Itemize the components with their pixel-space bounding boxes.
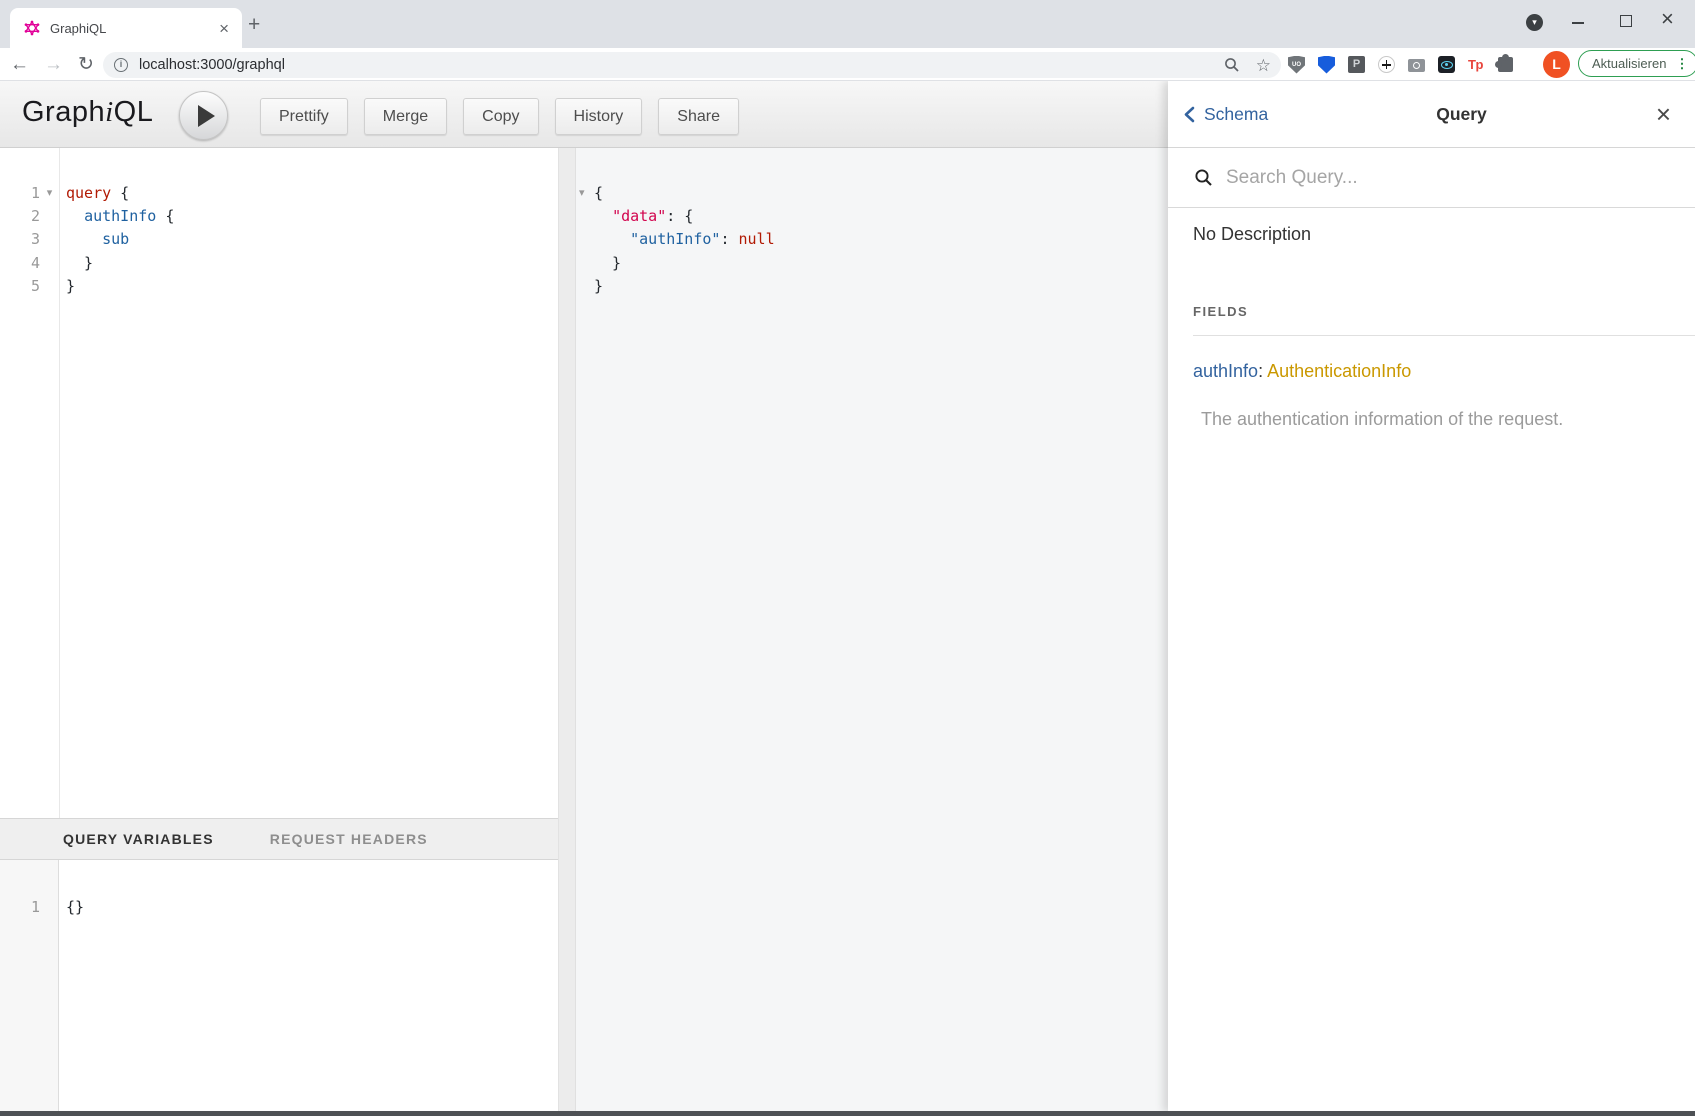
code-line: "authInfo": null bbox=[576, 228, 1168, 251]
code-text: } bbox=[592, 254, 621, 272]
line-number: 1 bbox=[0, 184, 40, 202]
code-line: ▾ { bbox=[576, 181, 1168, 204]
bitwarden-extension-icon[interactable] bbox=[1318, 56, 1335, 74]
camera-extension-icon[interactable] bbox=[1408, 59, 1425, 72]
pane-resize-handle[interactable] bbox=[558, 148, 576, 1112]
update-button-label: Aktualisieren bbox=[1592, 56, 1666, 71]
code-line: 3 sub bbox=[0, 228, 558, 251]
graphql-favicon-icon bbox=[24, 20, 40, 36]
code-line: } bbox=[576, 251, 1168, 274]
code-text: sub bbox=[59, 230, 129, 248]
doc-title: Query bbox=[1168, 81, 1695, 148]
copy-button[interactable]: Copy bbox=[463, 98, 538, 135]
window-maximize-button[interactable] bbox=[1620, 15, 1632, 27]
line-number: 5 bbox=[0, 277, 40, 295]
window-minimize-button[interactable] bbox=[1572, 22, 1584, 24]
extensions-puzzle-icon[interactable] bbox=[1498, 57, 1513, 72]
history-button[interactable]: History bbox=[555, 98, 643, 135]
extension-icons: UO P Tp bbox=[1288, 48, 1513, 81]
line-number: 3 bbox=[0, 230, 40, 248]
line-number: 1 bbox=[0, 898, 40, 916]
graphiql-toolbar-buttons: Prettify Merge Copy History Share bbox=[260, 98, 739, 135]
tab-title: GraphiQL bbox=[50, 21, 216, 36]
tab-close-icon[interactable]: × bbox=[216, 20, 232, 37]
doc-explorer-panel: Schema Query × No Description FIELDS aut… bbox=[1168, 81, 1695, 1112]
doc-field-row: authInfo: AuthenticationInfo bbox=[1193, 361, 1411, 382]
secondary-editor-tabs: QUERY VARIABLES REQUEST HEADERS bbox=[0, 818, 558, 860]
page-info-icon[interactable]: i bbox=[114, 58, 128, 72]
code-line: 2 authInfo { bbox=[0, 204, 558, 227]
profile-avatar[interactable]: L bbox=[1543, 51, 1570, 78]
tp-extension-icon[interactable]: Tp bbox=[1468, 57, 1483, 72]
doc-search-input[interactable] bbox=[1226, 167, 1606, 189]
p-extension-icon[interactable]: P bbox=[1348, 56, 1365, 73]
code-text: query { bbox=[59, 184, 129, 202]
line-number: 4 bbox=[0, 254, 40, 272]
tab-request-headers[interactable]: REQUEST HEADERS bbox=[270, 831, 428, 847]
doc-no-description: No Description bbox=[1193, 224, 1311, 245]
tab-query-variables[interactable]: QUERY VARIABLES bbox=[63, 831, 214, 847]
code-text: "data": { bbox=[592, 207, 693, 225]
nav-buttons: ← → ↻ bbox=[10, 48, 94, 81]
back-icon[interactable]: ← bbox=[10, 55, 29, 74]
field-description: The authentication information of the re… bbox=[1201, 409, 1563, 430]
search-icon bbox=[1194, 168, 1213, 187]
variables-editor[interactable]: 1 {} bbox=[0, 895, 558, 918]
code-line: "data": { bbox=[576, 204, 1168, 227]
ublock-extension-icon[interactable]: UO bbox=[1288, 56, 1305, 74]
code-line: 5 } bbox=[0, 275, 558, 298]
code-text: } bbox=[59, 277, 75, 295]
window-close-button[interactable]: × bbox=[1661, 8, 1674, 30]
zoom-icon[interactable] bbox=[1224, 57, 1240, 73]
new-tab-button[interactable]: + bbox=[248, 14, 260, 35]
result-viewer: ▾ { "data": { "authInfo": null } } bbox=[576, 181, 1168, 298]
browser-tab-bar: GraphiQL × + ▾ × bbox=[0, 0, 1695, 48]
execute-query-button[interactable] bbox=[179, 91, 228, 140]
prettify-button[interactable]: Prettify bbox=[260, 98, 348, 135]
code-text: "authInfo": null bbox=[592, 230, 775, 248]
doc-search-row bbox=[1168, 148, 1695, 208]
react-devtools-icon[interactable] bbox=[1438, 56, 1455, 73]
browser-menu-icon[interactable]: ⋮ bbox=[1675, 56, 1688, 72]
reload-icon[interactable]: ↻ bbox=[78, 55, 94, 74]
code-text: authInfo { bbox=[59, 207, 174, 225]
code-line: 1 {} bbox=[0, 895, 558, 918]
browser-tab[interactable]: GraphiQL × bbox=[10, 8, 242, 48]
doc-explorer-header: Schema Query × bbox=[1168, 81, 1695, 148]
field-type-link[interactable]: AuthenticationInfo bbox=[1267, 361, 1411, 381]
code-line: 1 ▾ query { bbox=[0, 181, 558, 204]
fold-arrow-icon[interactable]: ▾ bbox=[576, 186, 592, 199]
merge-button[interactable]: Merge bbox=[364, 98, 447, 135]
code-text: {} bbox=[59, 898, 84, 916]
window-bottom-edge bbox=[0, 1111, 1695, 1116]
address-bar[interactable]: i localhost:3000/graphql ☆ bbox=[103, 52, 1281, 78]
code-line: } bbox=[576, 275, 1168, 298]
code-text: } bbox=[592, 277, 603, 295]
fold-arrow-icon[interactable]: ▾ bbox=[40, 186, 59, 199]
play-icon bbox=[198, 105, 215, 127]
chrome-update-button[interactable]: Aktualisieren ⋮ bbox=[1578, 50, 1695, 77]
bookmark-star-icon[interactable]: ☆ bbox=[1256, 57, 1271, 74]
query-editor[interactable]: 1 ▾ query { 2 authInfo { 3 sub 4 } 5 } bbox=[0, 181, 558, 298]
share-button[interactable]: Share bbox=[658, 98, 739, 135]
line-number: 2 bbox=[0, 207, 40, 225]
doc-close-icon[interactable]: × bbox=[1656, 101, 1671, 127]
field-name-link[interactable]: authInfo bbox=[1193, 361, 1258, 381]
url-text[interactable]: localhost:3000/graphql bbox=[139, 57, 1224, 73]
forward-icon: → bbox=[44, 55, 63, 74]
graphiql-logo: GraphiQL bbox=[22, 96, 153, 129]
doc-fields-header: FIELDS bbox=[1193, 304, 1695, 336]
move-extension-icon[interactable] bbox=[1378, 56, 1395, 73]
code-text: { bbox=[592, 184, 603, 202]
code-text: } bbox=[59, 254, 93, 272]
chrome-update-icon[interactable]: ▾ bbox=[1526, 14, 1543, 31]
code-line: 4 } bbox=[0, 251, 558, 274]
